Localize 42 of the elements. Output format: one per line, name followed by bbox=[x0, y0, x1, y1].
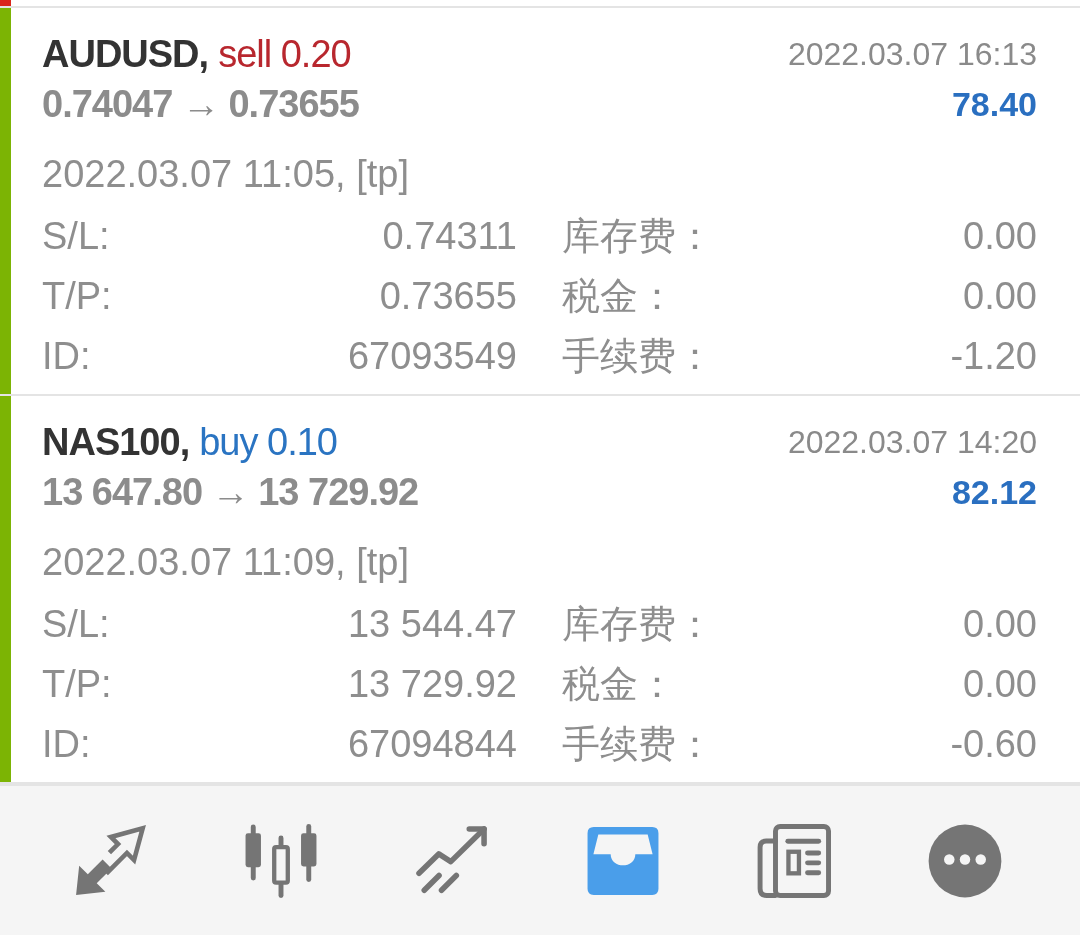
field-label: 手续费： bbox=[562, 334, 714, 378]
position-card[interactable]: NAS100, buy 0.10 2022.03.07 14:20 13 647.80 → 13 729.92 82.12 2022.03.07 11:09, [tp] S/L: 13 544.47 库存费： 0.00 T/P: 13 729.92 税金： 0.00 ID: 67094844 手续费： -0.60 bbox=[0, 396, 1080, 784]
open-time: 2022.03.07 11:09, [tp] bbox=[42, 540, 409, 584]
field-value: 0.00 bbox=[963, 602, 1037, 646]
field-value: 67094844 bbox=[347, 722, 517, 766]
field-value: 0.00 bbox=[963, 214, 1037, 258]
profit-value: 78.40 bbox=[951, 84, 1037, 125]
field-label: 库存费： bbox=[562, 602, 714, 646]
field-value: -1.20 bbox=[950, 334, 1037, 378]
close-time: 2022.03.07 14:20 bbox=[787, 423, 1037, 462]
field-label: 库存费： bbox=[562, 214, 714, 258]
price-change: 13 647.80 → 13 729.92 bbox=[42, 470, 419, 514]
field-label: S/L: bbox=[42, 602, 110, 646]
newspaper-icon bbox=[756, 823, 831, 898]
field-label: T/P: bbox=[42, 274, 112, 318]
symbol-label: AUDUSD, bbox=[42, 32, 209, 76]
order-type-label: buy 0.10 bbox=[199, 420, 337, 464]
field-label: ID: bbox=[42, 334, 91, 378]
field-label: S/L: bbox=[42, 214, 110, 258]
field-label: 税金： bbox=[562, 274, 676, 318]
field-label: ID: bbox=[42, 722, 91, 766]
symbol-label: NAS100, bbox=[42, 420, 190, 464]
open-time: 2022.03.07 11:05, [tp] bbox=[42, 152, 409, 196]
field-value: 67093549 bbox=[347, 334, 517, 378]
dots-circle-icon bbox=[927, 823, 1002, 898]
field-value: 13 544.47 bbox=[347, 602, 517, 646]
price-change: 0.74047 → 0.73655 bbox=[42, 82, 359, 126]
diagonal-arrows-icon bbox=[73, 823, 148, 898]
field-value: 0.00 bbox=[963, 662, 1037, 706]
field-value: -0.60 bbox=[950, 722, 1037, 766]
close-time: 2022.03.07 16:13 bbox=[787, 35, 1037, 74]
field-label: 税金： bbox=[562, 662, 676, 706]
order-type-label: sell 0.20 bbox=[218, 32, 351, 76]
field-value: 0.73655 bbox=[379, 274, 517, 318]
candlestick-icon bbox=[244, 823, 319, 898]
field-value: 13 729.92 bbox=[347, 662, 517, 706]
field-label: T/P: bbox=[42, 662, 112, 706]
field-label: 手续费： bbox=[562, 722, 714, 766]
field-value: 0.00 bbox=[963, 274, 1037, 318]
position-card[interactable]: AUDUSD, sell 0.20 2022.03.07 16:13 0.74047 → 0.73655 78.40 2022.03.07 11:05, [tp] S/L: 0.74311 库存费： 0.00 T/P: 0.73655 税金： 0.00 ID: 67093549 手续费： -1.20 bbox=[0, 8, 1080, 396]
field-value: 0.74311 bbox=[382, 214, 517, 258]
profit-value: 82.12 bbox=[951, 472, 1037, 513]
